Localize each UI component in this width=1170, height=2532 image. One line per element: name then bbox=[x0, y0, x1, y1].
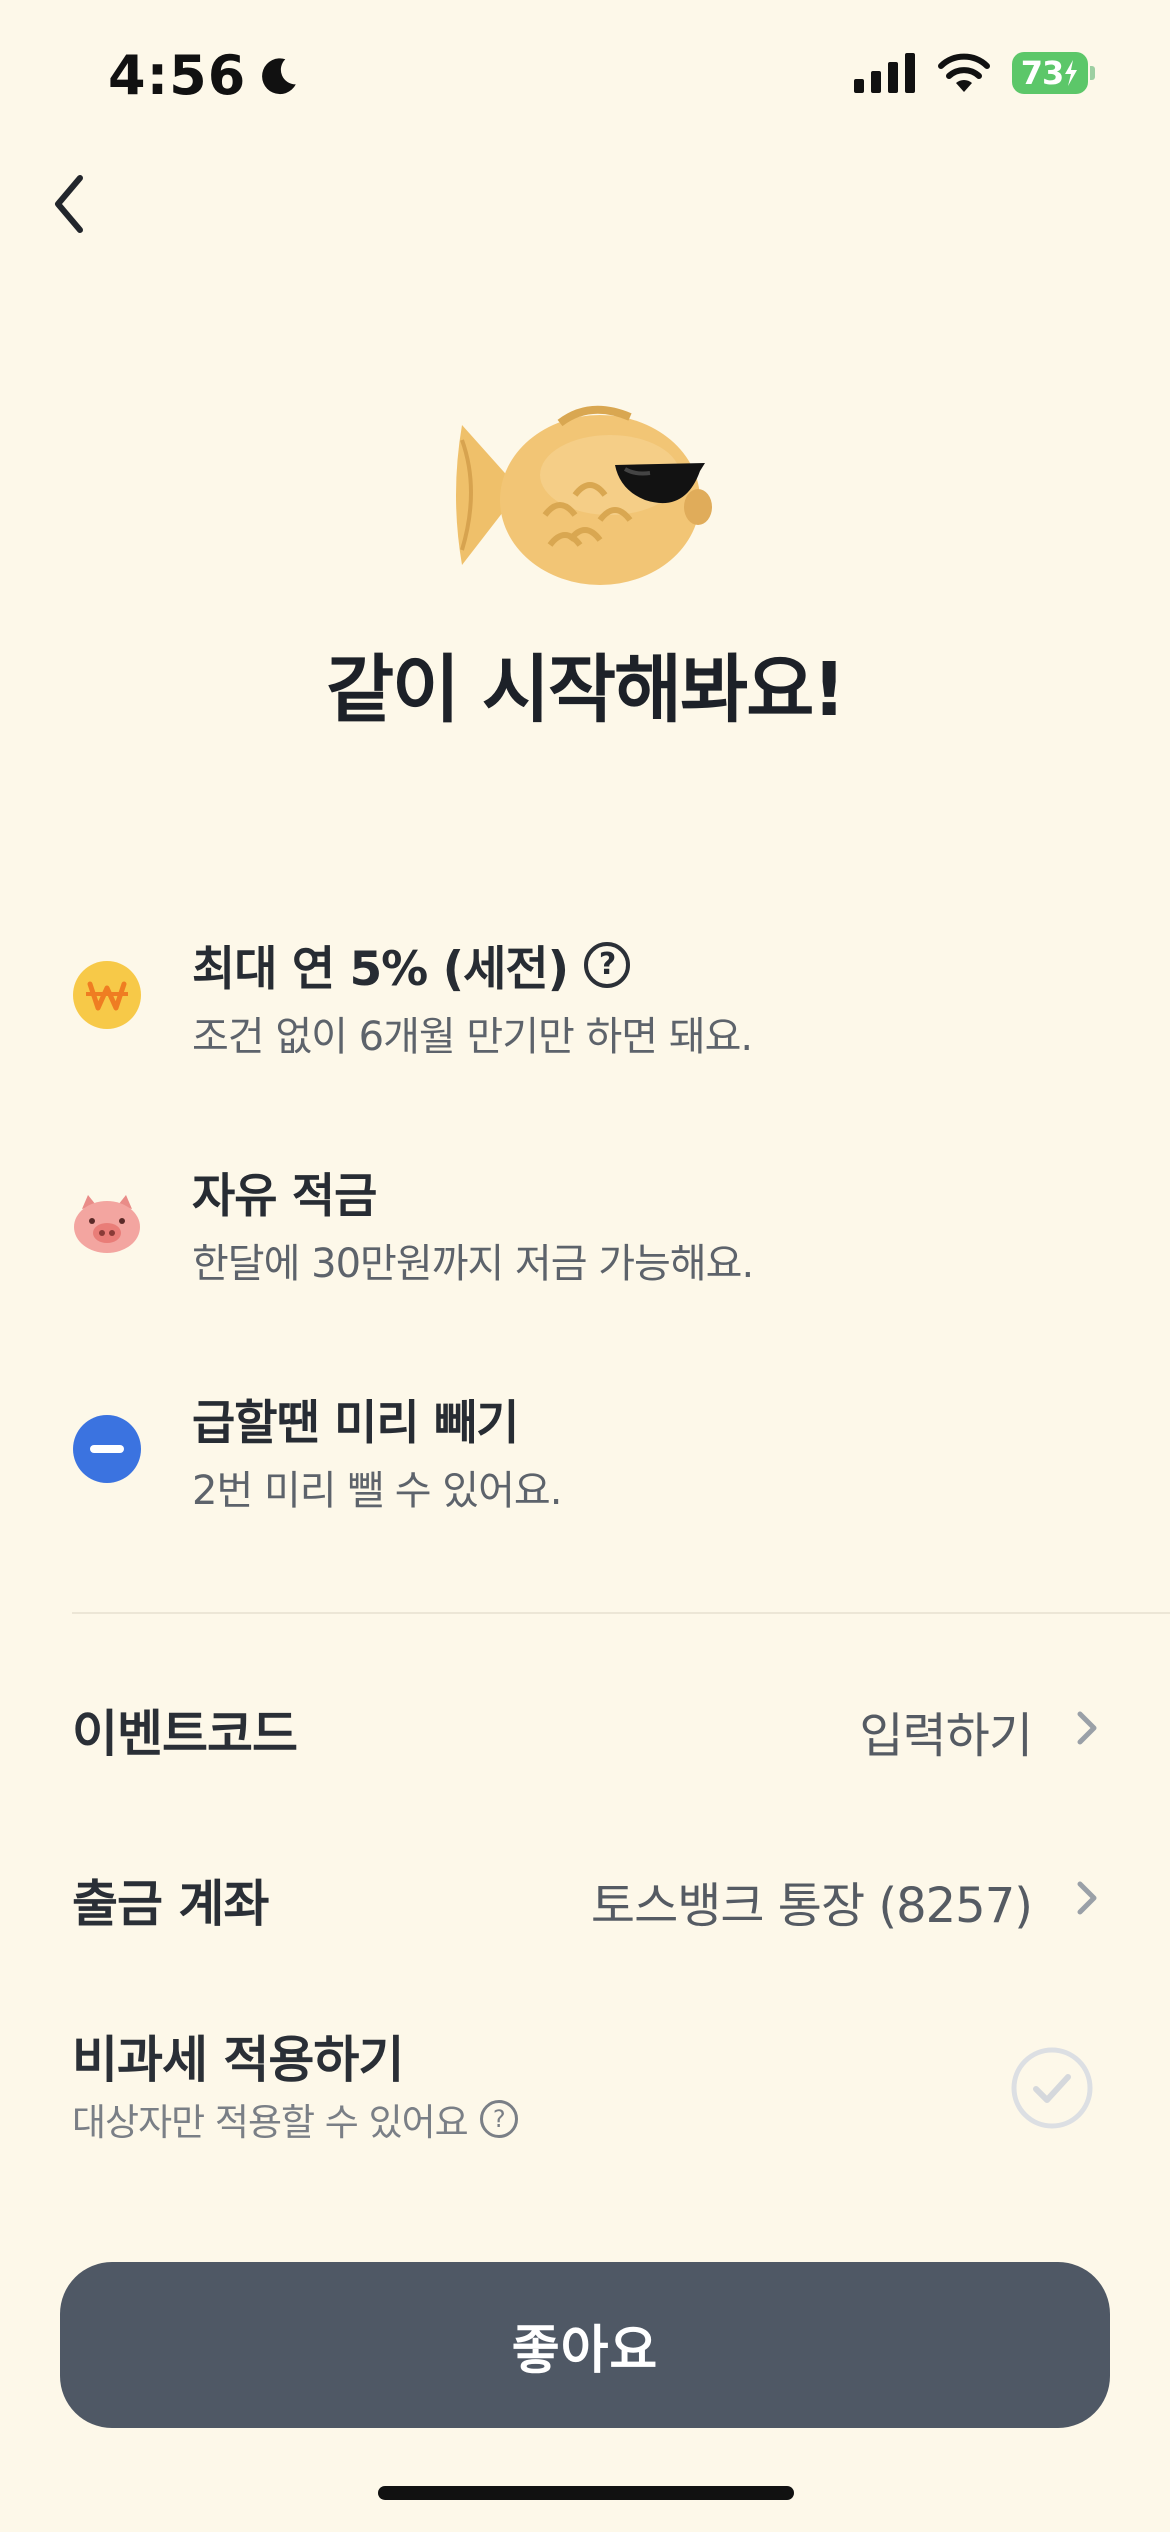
wifi-icon bbox=[938, 53, 990, 92]
chevron-right-icon bbox=[1077, 1881, 1097, 1915]
feature-interest: 최대 연 5% (세전) ? 조건 없이 6개월 만기만 하면 돼요. bbox=[72, 930, 1132, 1080]
help-mark: ? bbox=[598, 947, 616, 982]
confirm-button[interactable]: 좋아요 bbox=[60, 2262, 1110, 2428]
feature-subtitle: 2번 미리 뺄 수 있어요. bbox=[192, 1468, 562, 1514]
tax-free-sub-text: 대상자만 적용할 수 있어요 bbox=[72, 2101, 469, 2144]
withdraw-account-value: 토스뱅크 통장 (8257) bbox=[590, 1878, 1033, 1934]
feature-title: 자유 적금 bbox=[192, 1169, 377, 1224]
question-circle-icon[interactable]: ? bbox=[479, 2100, 518, 2138]
chevron-right-icon bbox=[1077, 1711, 1097, 1745]
feature-title: 최대 연 5% (세전) ? bbox=[192, 930, 631, 999]
home-indicator bbox=[378, 2486, 794, 2500]
page-title: 같이 시작해봐요! bbox=[325, 647, 846, 733]
event-code-label: 이벤트코드 bbox=[72, 1705, 298, 1763]
feature-title-text: 최대 연 5% (세전) bbox=[192, 942, 569, 997]
question-circle-icon[interactable]: ? bbox=[584, 941, 631, 988]
battery-icon: 73 bbox=[1012, 52, 1095, 94]
feature-title: 급할땐 미리 빼기 bbox=[192, 1396, 519, 1451]
tax-free-label: 비과세 적용하기 bbox=[72, 2031, 404, 2089]
tax-free-checkbox[interactable] bbox=[1010, 2046, 1094, 2130]
time-label: 4:56 bbox=[108, 44, 247, 107]
feature-subtitle: 한달에 30만원까지 저금 가능해요. bbox=[192, 1241, 754, 1287]
divider bbox=[72, 1612, 1170, 1614]
won-coin-icon bbox=[73, 961, 141, 1029]
event-code-value: 입력하기 bbox=[859, 1708, 1033, 1764]
moon-icon bbox=[262, 57, 297, 94]
status-time: 4:56 bbox=[108, 44, 300, 107]
battery-level: 73 bbox=[1020, 54, 1065, 92]
fish-mascot-image bbox=[456, 405, 712, 585]
event-code-row[interactable]: 이벤트코드 입력하기 bbox=[72, 1676, 1102, 1766]
charging-bolt-icon bbox=[1065, 60, 1078, 86]
status-icons: 73 bbox=[854, 52, 1095, 94]
help-mark: ? bbox=[492, 2105, 506, 2133]
tax-free-subtitle: 대상자만 적용할 수 있어요 ? bbox=[72, 2092, 518, 2146]
piggy-icon bbox=[74, 1195, 140, 1253]
feature-subtitle: 조건 없이 6개월 만기만 하면 돼요. bbox=[192, 1014, 753, 1060]
feature-free-savings: 자유 적금 한달에 30만원까지 저금 가능해요. bbox=[72, 1157, 1132, 1307]
minus-circle-icon bbox=[73, 1415, 141, 1483]
back-button[interactable] bbox=[50, 172, 90, 236]
withdraw-account-label: 출금 계좌 bbox=[72, 1875, 269, 1933]
withdraw-account-row[interactable]: 출금 계좌 토스뱅크 통장 (8257) bbox=[72, 1846, 1102, 1936]
feature-early-withdraw: 급할땐 미리 빼기 2번 미리 뺄 수 있어요. bbox=[72, 1384, 1132, 1534]
signal-icon bbox=[854, 53, 915, 93]
